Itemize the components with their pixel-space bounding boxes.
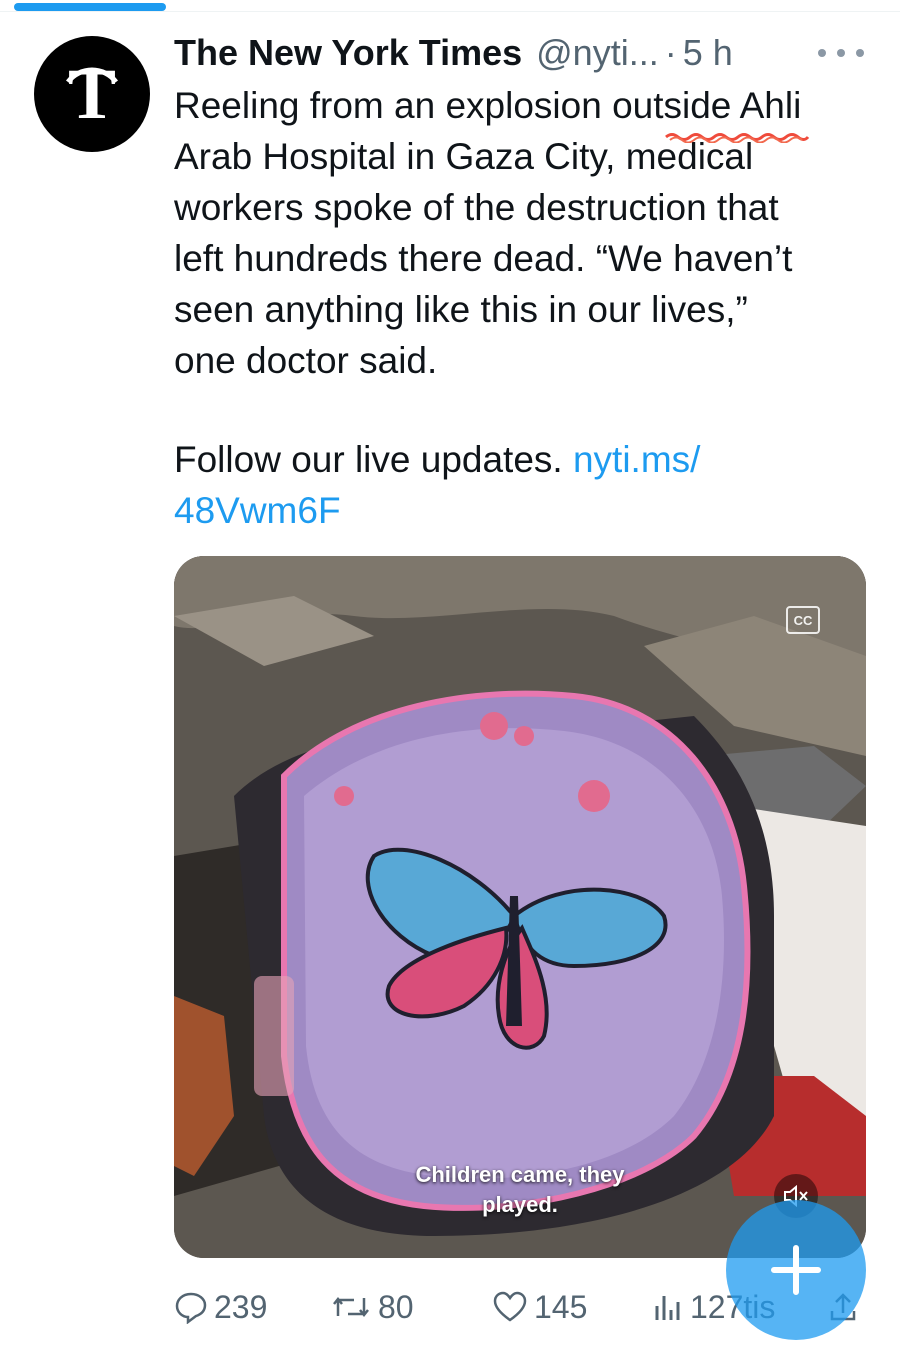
compose-button[interactable]	[726, 1200, 866, 1340]
tweet-text-line: workers spoke of the destruction that	[174, 187, 779, 228]
tweet-text: Reeling from an explosion outside Ahli A…	[174, 80, 874, 386]
retweet-icon	[333, 1296, 369, 1318]
follow-label: Follow our live updates.	[174, 439, 573, 480]
tweet-header: The New York Times @nyti... · 5 h	[174, 30, 874, 76]
tweet-text-line: one doctor said.	[174, 340, 438, 381]
nyt-logo-icon: T	[66, 54, 118, 134]
more-dot	[818, 49, 826, 57]
retweet-button[interactable]: 80	[330, 1284, 414, 1330]
timestamp[interactable]: 5 h	[683, 32, 733, 74]
captions-icon[interactable]: CC	[786, 606, 820, 634]
red-scribble-annotation	[665, 133, 810, 143]
like-count: 145	[534, 1288, 588, 1325]
divider	[0, 11, 900, 12]
heart-icon	[493, 1291, 527, 1322]
views-icon	[655, 1296, 680, 1320]
separator: ·	[664, 32, 677, 73]
more-icon[interactable]	[818, 40, 864, 66]
tweet-text-line: Reeling from an explosion outside Ahli	[174, 85, 802, 126]
caption-line: Children came, they	[415, 1162, 625, 1187]
tab-indicator	[14, 3, 166, 11]
reply-icon	[175, 1292, 207, 1324]
author-handle[interactable]: @nyti...	[536, 32, 659, 74]
more-dot	[837, 49, 845, 57]
tweet-text-line: seen anything like this in our lives,”	[174, 289, 748, 330]
author-name[interactable]: The New York Times	[174, 32, 522, 74]
svg-text:T: T	[68, 54, 116, 134]
follow-text: Follow our live updates. nyti.ms/ 48Vwm6…	[174, 434, 874, 536]
video-player[interactable]: CC Children came, they played.	[174, 556, 866, 1258]
tweet-text-line: left hundreds there dead. “We haven’t	[174, 238, 793, 279]
tweet-link[interactable]: 48Vwm6F	[174, 490, 341, 531]
more-dot	[856, 49, 864, 57]
reply-button[interactable]: 239	[174, 1284, 267, 1330]
avatar[interactable]: T	[34, 36, 150, 152]
reply-count: 239	[214, 1288, 268, 1325]
retweet-count: 80	[378, 1288, 414, 1325]
tweet-link[interactable]: nyti.ms/	[573, 439, 700, 480]
video-frame	[174, 556, 866, 1258]
like-button[interactable]: 145	[492, 1284, 587, 1330]
plus-icon	[771, 1245, 821, 1295]
